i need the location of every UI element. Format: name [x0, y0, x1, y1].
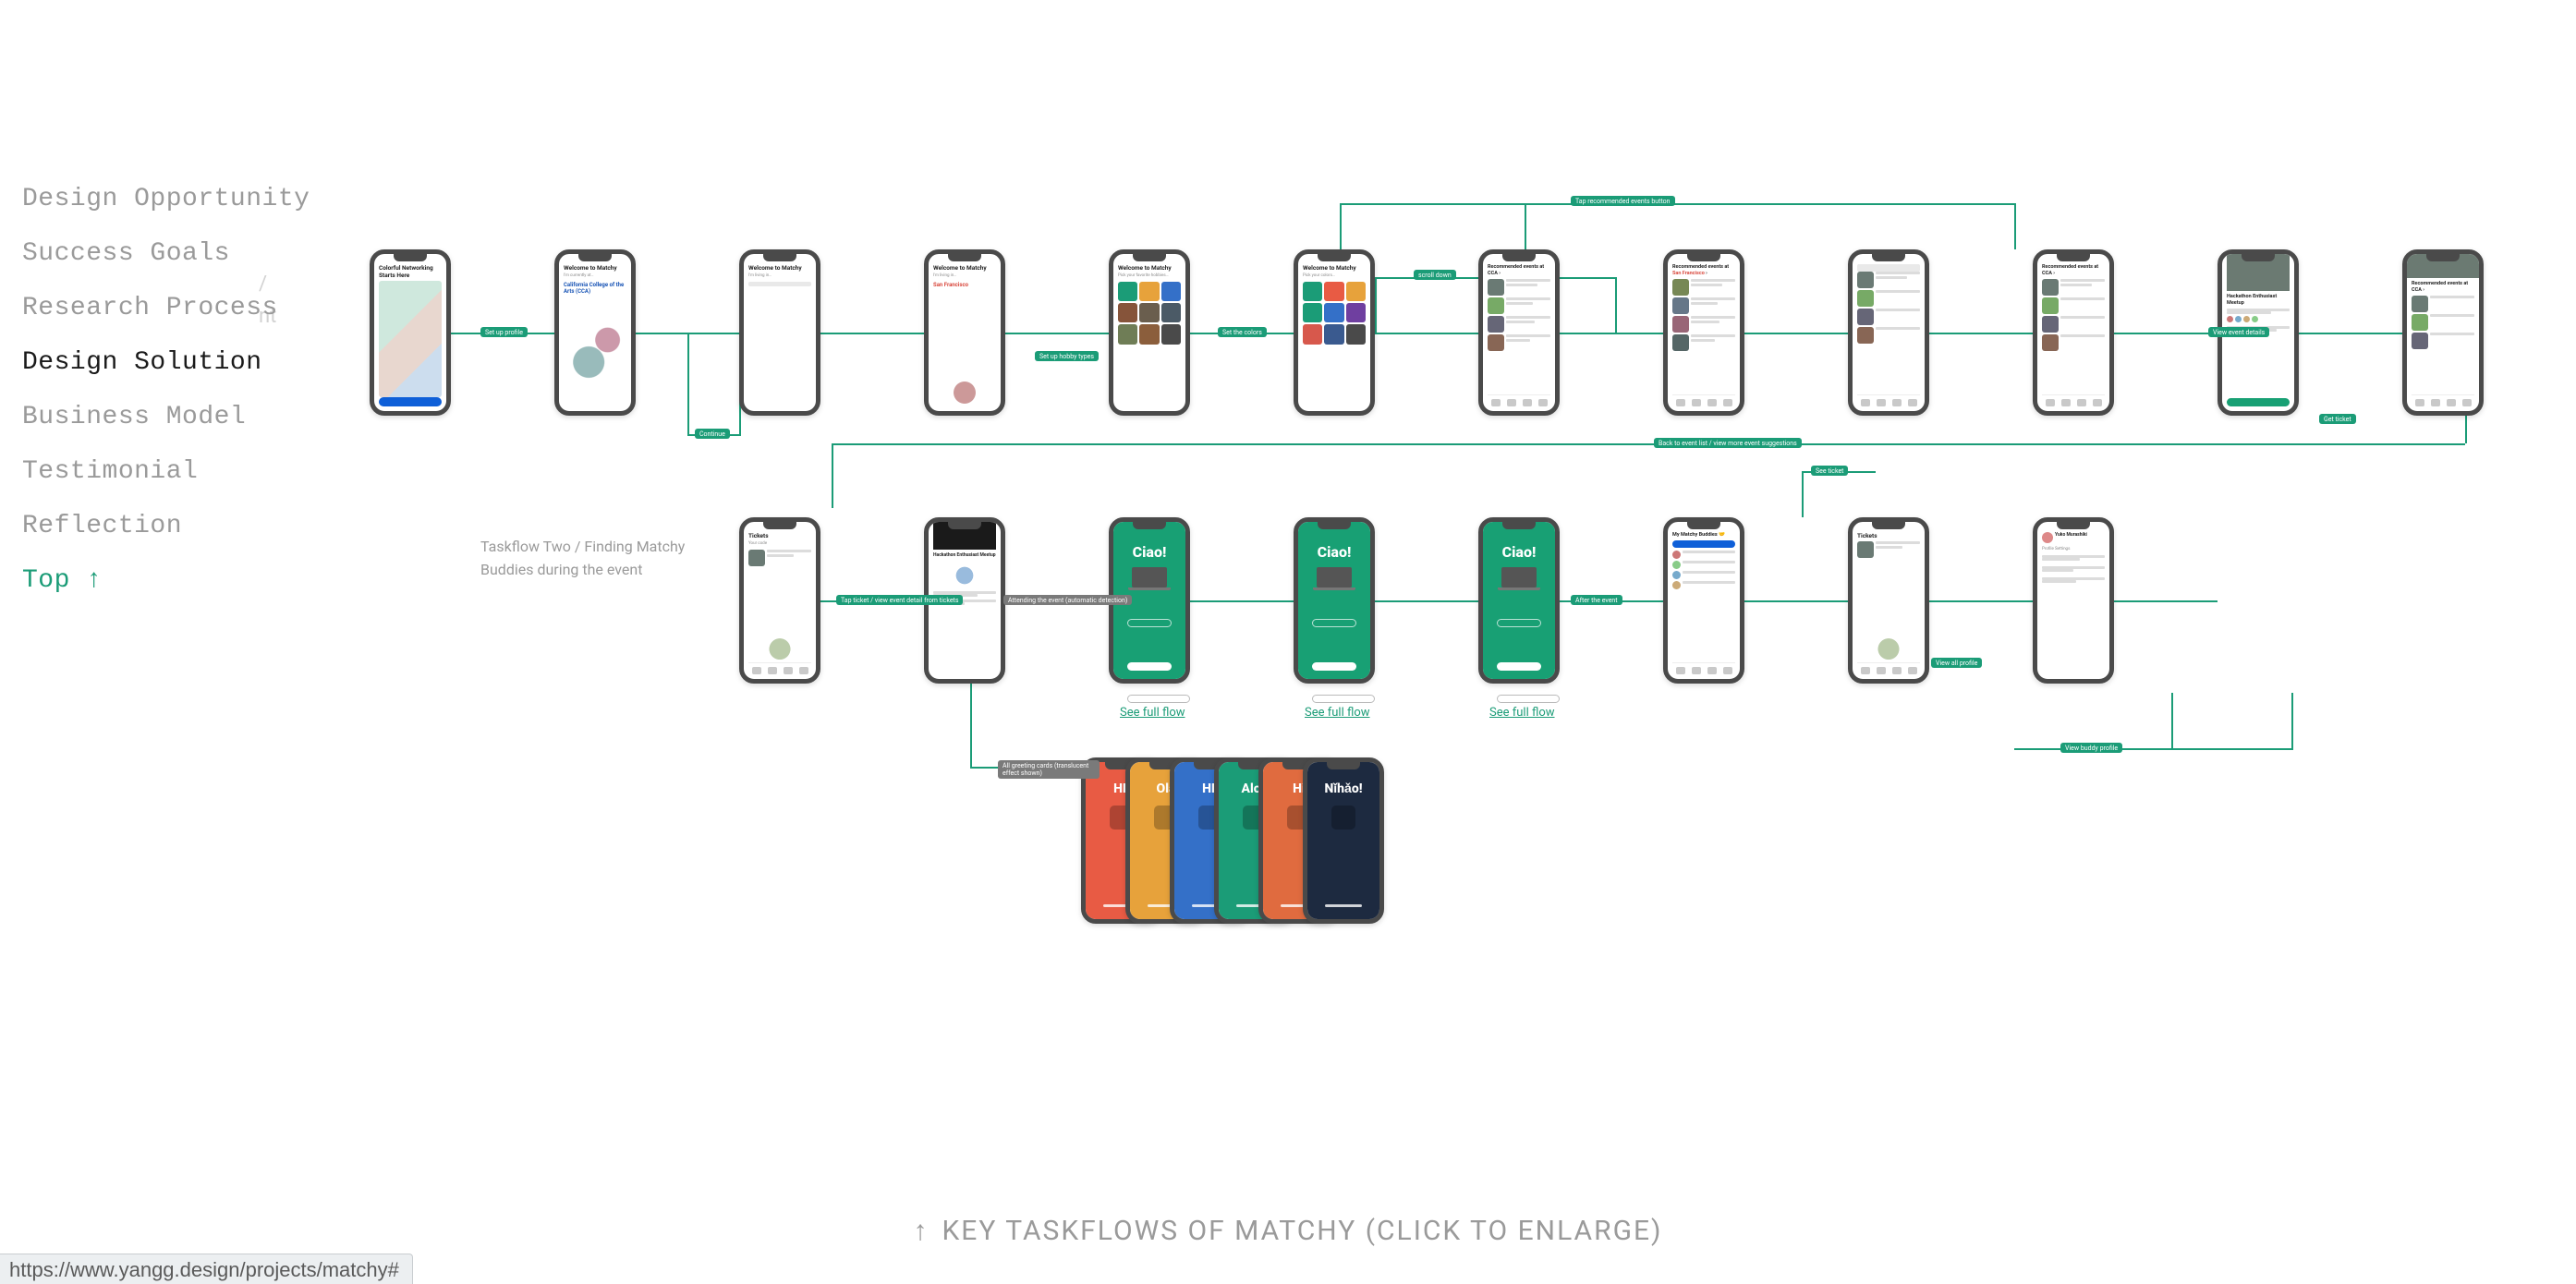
chip-greeting-note: All greeting cards (translucent effect s… [998, 760, 1100, 779]
chip-recommended-button: Tap recommended events button [1571, 196, 1675, 206]
screen-pick-colors: Welcome to Matchy Pick your colors… [1294, 249, 1375, 416]
screen-welcome-city-blank: Welcome to Matchy I'm living in… [739, 249, 820, 416]
nav-business-model[interactable]: Business Model [22, 403, 310, 431]
nav-design-opportunity[interactable]: Design Opportunity [22, 185, 310, 213]
screen-events-cca-1: Recommended events at CCA › [1478, 249, 1560, 416]
chip-setup-profile: Set up profile [480, 327, 528, 337]
chip-continue: Continue [695, 429, 730, 439]
chip-attending-auto: Attending the event (automatic detection… [1003, 595, 1132, 605]
screen-events-cca-2: Recommended events at CCA › [2033, 249, 2114, 416]
link-see-full-flow-3[interactable]: See full flow [1489, 706, 1555, 720]
nav-success-goals[interactable]: Success Goals [22, 239, 310, 268]
link-see-full-flow-1[interactable]: See full flow [1120, 706, 1185, 720]
nav-research-process[interactable]: Research Process [22, 294, 310, 322]
chip-view-details: View event details [2208, 327, 2269, 337]
browser-status-url: https://www.yangg.design/projects/matchy… [0, 1254, 413, 1284]
figure-caption: ↑KEY TASKFLOWS OF MATCHY (CLICK TO ENLAR… [913, 1215, 1662, 1247]
screen-tickets-empty: Tickets [1848, 517, 1929, 684]
chip-set-hobbies: Set up hobby types [1035, 351, 1099, 361]
section-nav: Design Opportunity Success Goals Researc… [22, 185, 310, 595]
chip-view-all-profile: View all profile [1931, 658, 1982, 668]
taskflow-two-annotation: Taskflow Two / Finding Matchy Buddies du… [480, 536, 702, 582]
greeting-card-cluster: HEOlaHEAlohHiNǐhǎo! [1081, 757, 1384, 924]
screen-matchy-buddies: My Matchy Buddies 🤝 [1663, 517, 1744, 684]
screen-profile: Yuko Murashiki Profile Settings [2033, 517, 2114, 684]
chip-view-buddy-profile: View buddy profile [2060, 743, 2122, 753]
nav-top[interactable]: Top ↑ [22, 566, 310, 595]
nav-reflection[interactable]: Reflection [22, 512, 310, 540]
screen-pick-hobbies: Welcome to Matchy Pick your favorite hob… [1109, 249, 1190, 416]
screen-welcome-school: Welcome to Matchy I'm currently at… Cali… [554, 249, 636, 416]
chip-tap-ticket: Tap ticket / view event detail from tick… [836, 595, 963, 605]
chip-set-colors: Set the colors [1218, 327, 1267, 337]
screen-search [1848, 249, 1929, 416]
screen-ciao-3: Ciao! [1478, 517, 1560, 684]
link-see-full-flow-2[interactable]: See full flow [1305, 706, 1370, 720]
nav-testimonial[interactable]: Testimonial [22, 457, 310, 486]
nav-design-solution[interactable]: Design Solution [22, 348, 310, 377]
chip-after-event: After the event [1571, 595, 1622, 605]
chip-get-ticket: Get ticket [2319, 414, 2356, 424]
screen-tickets-code: Tickets Your code [739, 517, 820, 684]
screen-onboarding-hero: Colorful Networking Starts Here [370, 249, 451, 416]
screen-ciao-2: Ciao! [1294, 517, 1375, 684]
chip-back-view-more: Back to event list / view more event sug… [1654, 438, 1802, 448]
taskflow-diagram[interactable]: Colorful Networking Starts Here Welcome … [370, 231, 2495, 1155]
screen-welcome-city-filled: Welcome to Matchy I'm living in… San Fra… [924, 249, 1005, 416]
screen-events-sf: Recommended events at San Francisco › [1663, 249, 1744, 416]
screen-events-cca-3: Recommended events at CCA › [2402, 249, 2484, 416]
chip-scroll-down: scroll down [1414, 270, 1456, 280]
up-arrow-icon: ↑ [913, 1215, 929, 1247]
chip-see-ticket: See ticket [1811, 466, 1848, 476]
